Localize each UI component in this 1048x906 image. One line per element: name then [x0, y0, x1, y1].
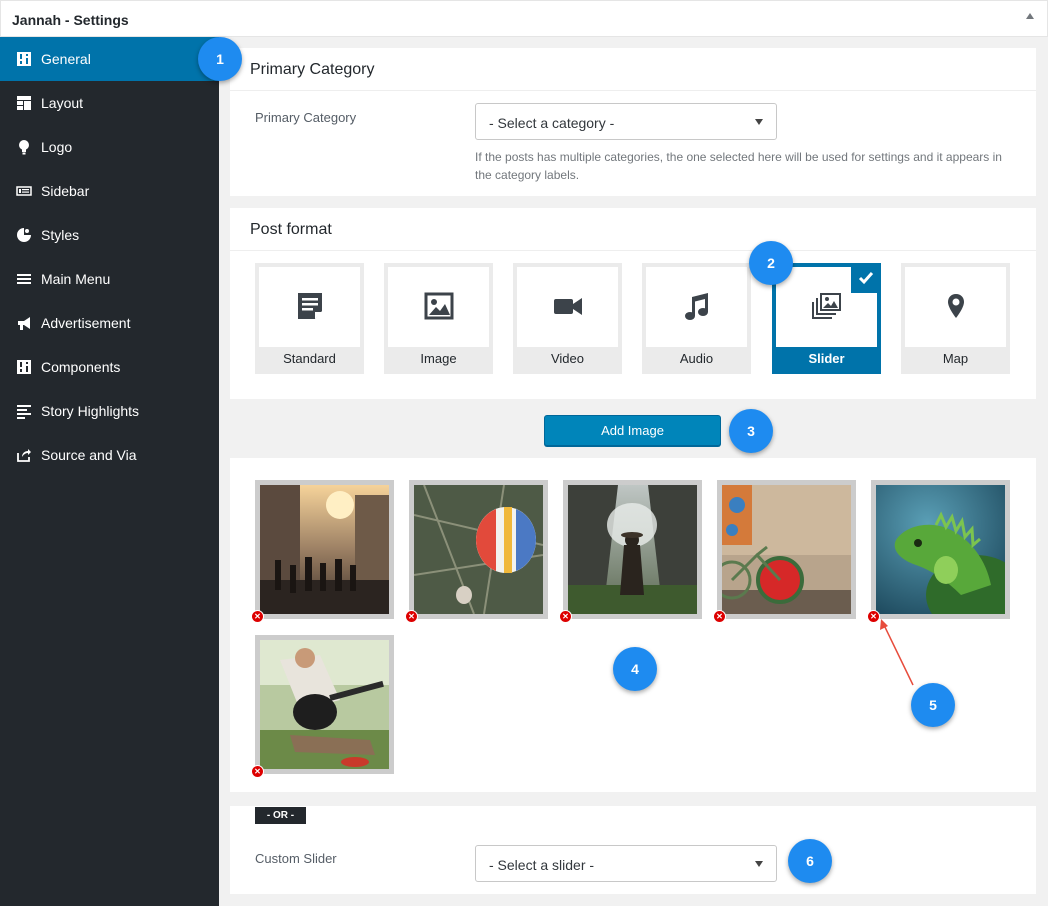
post-format-map[interactable]: Map	[901, 263, 1010, 374]
gallery-thumb[interactable]: ✕	[251, 635, 394, 778]
document-icon	[295, 291, 325, 324]
add-image-button[interactable]: Add Image	[544, 415, 721, 446]
post-format-slider[interactable]: Slider	[772, 263, 881, 374]
gallery-thumb[interactable]: ✕	[867, 480, 1010, 623]
post-format-label: Image	[420, 351, 457, 366]
primary-category-select-value: - Select a category -	[489, 115, 615, 131]
primary-category-help: If the posts has multiple categories, th…	[475, 150, 1002, 182]
sidebar-item-label: Story Highlights	[41, 403, 140, 419]
remove-image-icon[interactable]: ✕	[559, 610, 572, 623]
music-note-icon	[682, 291, 712, 324]
map-pin-icon	[941, 291, 971, 324]
lightbulb-icon	[16, 139, 32, 155]
layout-grid-icon	[16, 95, 32, 111]
remove-image-icon[interactable]: ✕	[867, 610, 880, 623]
gallery-thumb[interactable]: ✕	[405, 480, 548, 623]
callout-badge: 1	[198, 37, 242, 81]
custom-slider-label: Custom Slider	[255, 851, 337, 866]
post-format-label: Standard	[283, 351, 336, 366]
hot-air-balloon-photo	[414, 485, 543, 614]
settings-sidebar: General Layout Logo Sidebar Styles Main …	[0, 37, 219, 906]
gallery-thumb[interactable]: ✕	[559, 480, 702, 623]
sidebar-item-main-menu[interactable]: Main Menu	[0, 257, 219, 301]
sidebar-item-general[interactable]: General	[0, 37, 219, 81]
custom-slider-select[interactable]: - Select a slider -	[475, 845, 777, 882]
megaphone-icon	[16, 315, 32, 331]
panel-divider	[230, 250, 1036, 251]
sidebar-item-story-highlights[interactable]: Story Highlights	[0, 389, 219, 433]
sidebar-item-label: Source and Via	[41, 447, 137, 463]
city-street-photo	[260, 485, 389, 614]
post-format-label: Audio	[679, 351, 714, 366]
or-separator: - OR -	[255, 807, 306, 824]
custom-slider-select-value: - Select a slider -	[489, 857, 595, 873]
sidebar-item-label: Components	[41, 359, 121, 375]
remove-image-icon[interactable]: ✕	[405, 610, 418, 623]
sidebar-item-label: Logo	[41, 139, 73, 155]
gallery-icon	[811, 291, 842, 324]
post-format-video[interactable]: Video	[513, 263, 622, 374]
sidebar-item-logo[interactable]: Logo	[0, 125, 219, 169]
custom-slider-panel: Custom Slider - Select a slider -	[230, 806, 1036, 894]
remove-image-icon[interactable]: ✕	[251, 765, 264, 778]
settings-titlebar: Jannah - Settings	[0, 0, 1048, 37]
sidebar-item-advertisement[interactable]: Advertisement	[0, 301, 219, 345]
sidebar-item-label: General	[41, 51, 91, 67]
sidebar-item-styles[interactable]: Styles	[0, 213, 219, 257]
primary-category-panel: Primary Category Primary Category - Sele…	[230, 48, 1036, 196]
sidebar-item-sidebar[interactable]: Sidebar	[0, 169, 219, 213]
callout-badge: 2	[749, 241, 793, 285]
gallery-thumb[interactable]: ✕	[251, 480, 394, 623]
sidebar-item-label: Styles	[41, 227, 80, 243]
callout-badge: 5	[911, 683, 955, 727]
menu-icon	[16, 271, 32, 287]
post-format-audio[interactable]: Audio	[642, 263, 751, 374]
image-icon	[424, 291, 454, 324]
chevron-down-icon	[755, 861, 763, 867]
primary-category-select[interactable]: - Select a category -	[475, 103, 777, 140]
settings-title: Jannah - Settings	[12, 12, 129, 28]
share-icon	[16, 447, 32, 463]
primary-category-heading: Primary Category	[250, 61, 375, 78]
checkmark-icon	[851, 263, 881, 293]
primary-category-label: Primary Category	[255, 110, 357, 125]
sidebar-item-layout[interactable]: Layout	[0, 81, 219, 125]
post-format-standard[interactable]: Standard	[255, 263, 364, 374]
post-format-label: Map	[942, 351, 969, 366]
post-format-label: Video	[550, 351, 584, 366]
person-in-fog-photo	[568, 485, 697, 614]
guitar-player-photo	[260, 640, 389, 769]
post-format-heading: Post format	[250, 221, 332, 238]
sidebar-item-label: Advertisement	[41, 315, 131, 331]
text-align-icon	[16, 403, 32, 419]
components-icon	[16, 359, 32, 375]
sidebar-item-source-and-via[interactable]: Source and Via	[0, 433, 219, 477]
palette-icon	[16, 227, 32, 243]
callout-badge: 4	[613, 647, 657, 691]
post-format-label: Slider	[808, 351, 845, 366]
remove-image-icon[interactable]: ✕	[713, 610, 726, 623]
sidebar-icon	[16, 183, 32, 199]
callout-badge: 6	[788, 839, 832, 883]
iguana-photo	[876, 485, 1005, 614]
sidebar-item-label: Layout	[41, 95, 84, 111]
post-format-image[interactable]: Image	[384, 263, 493, 374]
remove-image-icon[interactable]: ✕	[251, 610, 264, 623]
collapse-toggle-icon[interactable]	[1026, 13, 1034, 19]
bicycle-watermelon-photo	[722, 485, 851, 614]
callout-badge: 3	[729, 409, 773, 453]
sidebar-item-label: Sidebar	[41, 183, 90, 199]
sidebar-item-components[interactable]: Components	[0, 345, 219, 389]
gallery-thumb[interactable]: ✕	[713, 480, 856, 623]
panel-divider	[230, 90, 1036, 91]
chevron-down-icon	[755, 119, 763, 125]
sliders-icon	[16, 51, 32, 67]
gallery-panel: ✕ ✕ ✕ ✕ ✕ ✕	[230, 458, 1036, 792]
post-format-panel: Post format Standard Image Video Audio S…	[230, 208, 1036, 399]
video-camera-icon	[553, 291, 583, 324]
sidebar-item-label: Main Menu	[41, 271, 111, 287]
